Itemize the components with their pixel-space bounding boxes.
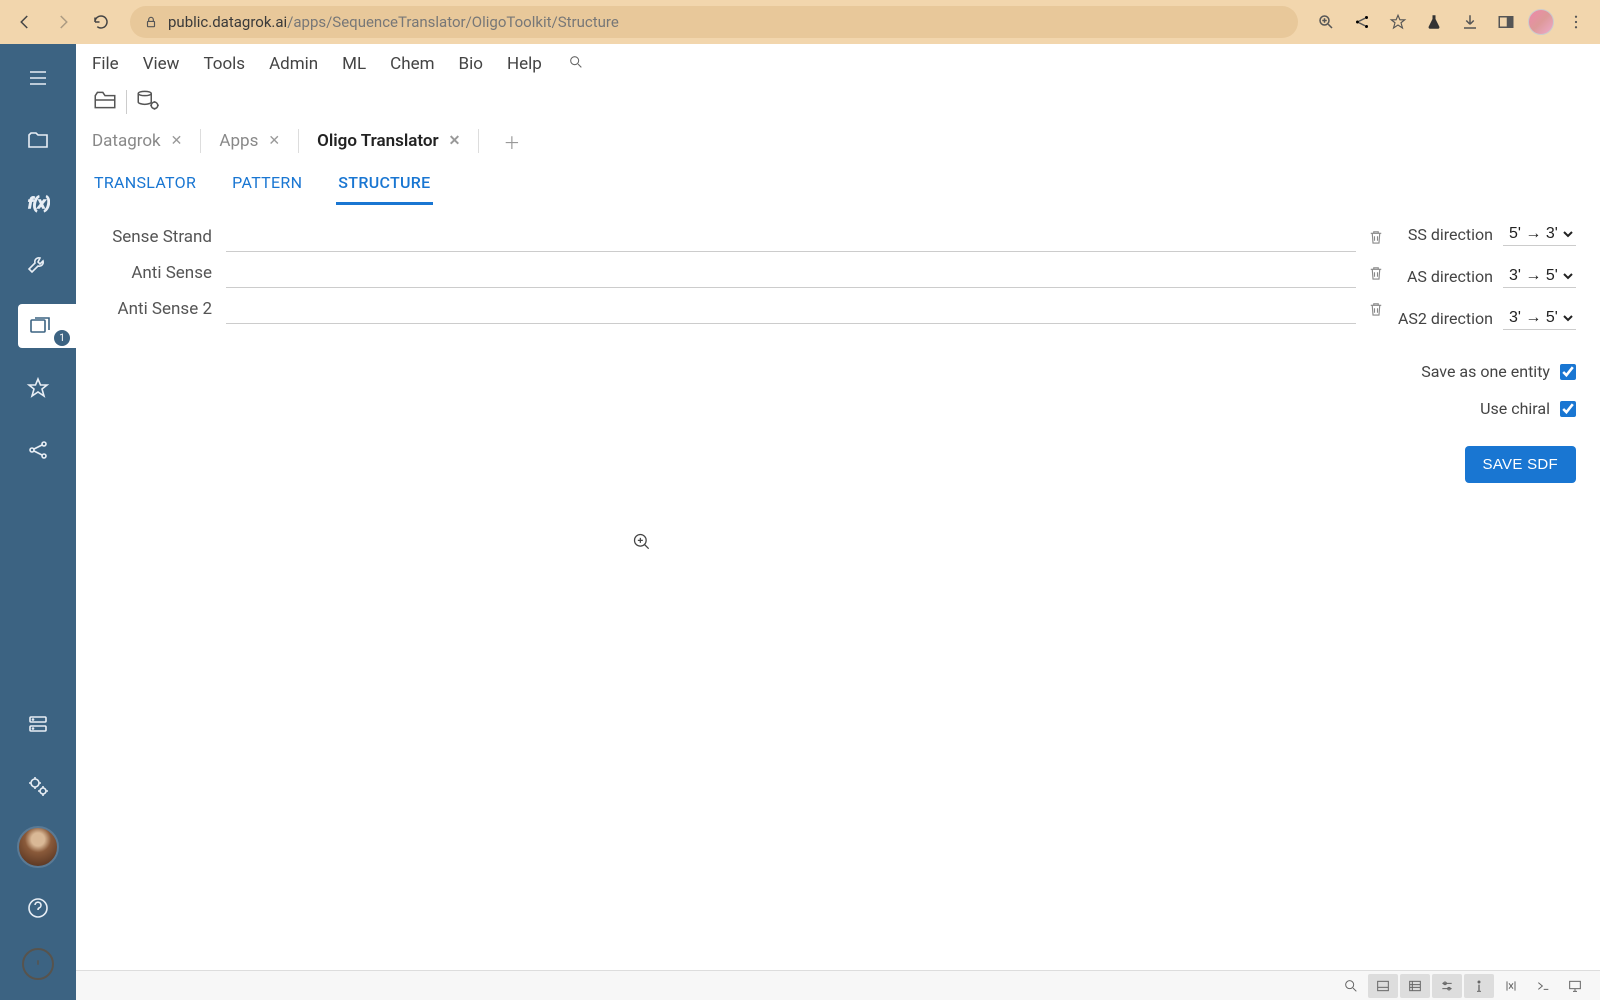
flask-icon[interactable] <box>1420 8 1448 36</box>
panel-icon[interactable] <box>1492 8 1520 36</box>
crumb-apps[interactable]: Apps✕ <box>219 131 280 151</box>
share-icon[interactable] <box>1348 8 1376 36</box>
search-icon[interactable] <box>568 54 584 75</box>
bookmark-star-icon[interactable] <box>1384 8 1412 36</box>
tab-pattern[interactable]: PATTERN <box>230 162 304 205</box>
download-icon[interactable] <box>1456 8 1484 36</box>
divider <box>126 90 127 114</box>
select-as2-direction[interactable]: 3' → 5' <box>1503 306 1576 330</box>
wrench-icon[interactable] <box>16 242 60 286</box>
share-nodes-icon[interactable] <box>16 428 60 472</box>
url-domain: public.datagrok.ai <box>168 13 287 31</box>
open-folder-icon[interactable] <box>92 87 118 117</box>
menu-ml[interactable]: ML <box>342 54 366 74</box>
input-sense-strand[interactable] <box>226 222 1356 252</box>
content-area: Sense Strand Anti Sense Anti Sense 2 SS … <box>76 206 1600 970</box>
panel-bottom-icon[interactable] <box>1368 974 1398 998</box>
hamburger-menu-icon[interactable] <box>16 56 60 100</box>
lock-icon <box>144 15 158 29</box>
status-bar <box>76 970 1600 1000</box>
star-icon[interactable] <box>16 366 60 410</box>
save-sdf-button[interactable]: SAVE SDF <box>1465 446 1576 483</box>
reload-button[interactable] <box>86 7 116 37</box>
select-as-direction[interactable]: 3' → 5' <box>1503 264 1576 288</box>
menu-bio[interactable]: Bio <box>459 54 483 74</box>
variables-icon[interactable] <box>1496 974 1526 998</box>
back-button[interactable] <box>10 7 40 37</box>
label-as-direction: AS direction <box>1407 267 1493 286</box>
magnifier-cursor-icon <box>632 532 652 556</box>
database-gear-icon[interactable] <box>135 87 161 117</box>
folder-icon[interactable] <box>16 118 60 162</box>
main-panel: File View Tools Admin ML Chem Bio Help D… <box>76 44 1600 1000</box>
crumb-datagrok[interactable]: Datagrok✕ <box>92 131 182 151</box>
input-anti-sense[interactable] <box>226 258 1356 288</box>
label-anti-sense: Anti Sense <box>96 263 226 283</box>
menu-admin[interactable]: Admin <box>269 54 318 74</box>
kebab-menu-icon[interactable] <box>1562 8 1590 36</box>
user-avatar[interactable] <box>17 826 59 868</box>
server-icon[interactable] <box>16 702 60 746</box>
label-use-chiral: Use chiral <box>1480 399 1550 418</box>
tab-structure[interactable]: STRUCTURE <box>336 162 432 205</box>
alert-circle-icon[interactable] <box>22 948 54 980</box>
profile-avatar[interactable] <box>1528 9 1554 35</box>
menu-chem[interactable]: Chem <box>390 54 434 74</box>
subtabs: TRANSLATOR PATTERN STRUCTURE <box>76 162 1600 206</box>
menu-help[interactable]: Help <box>507 54 542 74</box>
label-save-entity: Save as one entity <box>1421 362 1550 381</box>
menu-file[interactable]: File <box>92 54 119 74</box>
right-controls: SS direction 5' → 3' AS direction 3' → 5… <box>1376 218 1576 483</box>
close-icon[interactable]: ✕ <box>171 133 183 149</box>
sidebar-badge: 1 <box>54 330 70 346</box>
forward-button[interactable] <box>48 7 78 37</box>
menubar: File View Tools Admin ML Chem Bio Help <box>76 44 1600 84</box>
console-icon[interactable] <box>1528 974 1558 998</box>
url-path: /apps/SequenceTranslator/OligoToolkit/St… <box>287 13 619 31</box>
browser-chrome: public.datagrok.ai/apps/SequenceTranslat… <box>0 0 1600 44</box>
label-anti-sense-2: Anti Sense 2 <box>96 299 226 319</box>
crumb-oligo-translator[interactable]: Oligo Translator✕ <box>317 131 460 151</box>
label-ss-direction: SS direction <box>1408 225 1493 244</box>
menu-tools[interactable]: Tools <box>203 54 245 74</box>
close-icon[interactable]: ✕ <box>449 133 461 149</box>
label-as2-direction: AS2 direction <box>1398 309 1493 328</box>
windows-icon[interactable]: 1 <box>18 304 76 348</box>
toolbar <box>76 84 1600 120</box>
sliders-icon[interactable] <box>1432 974 1462 998</box>
monitor-icon[interactable] <box>1560 974 1590 998</box>
close-icon[interactable]: ✕ <box>268 133 280 149</box>
function-icon[interactable]: f(x) <box>16 180 60 224</box>
search-icon[interactable] <box>1336 974 1366 998</box>
label-sense-strand: Sense Strand <box>96 227 226 247</box>
menu-view[interactable]: View <box>143 54 180 74</box>
input-anti-sense-2[interactable] <box>226 294 1356 324</box>
zoom-icon[interactable] <box>1312 8 1340 36</box>
info-icon[interactable] <box>1464 974 1494 998</box>
help-icon[interactable] <box>16 886 60 930</box>
breadcrumb-tabs: Datagrok✕ Apps✕ Oligo Translator✕ ＋ <box>76 120 1600 162</box>
url-bar[interactable]: public.datagrok.ai/apps/SequenceTranslat… <box>130 6 1298 38</box>
tab-translator[interactable]: TRANSLATOR <box>92 162 198 205</box>
select-ss-direction[interactable]: 5' → 3' <box>1503 222 1576 246</box>
checkbox-use-chiral[interactable] <box>1560 401 1576 417</box>
add-tab-button[interactable]: ＋ <box>497 129 526 154</box>
list-icon[interactable] <box>1400 974 1430 998</box>
left-sidebar: f(x) 1 <box>0 44 76 1000</box>
svg-text:f(x): f(x) <box>28 194 50 212</box>
settings-gears-icon[interactable] <box>16 764 60 808</box>
checkbox-save-entity[interactable] <box>1560 364 1576 380</box>
